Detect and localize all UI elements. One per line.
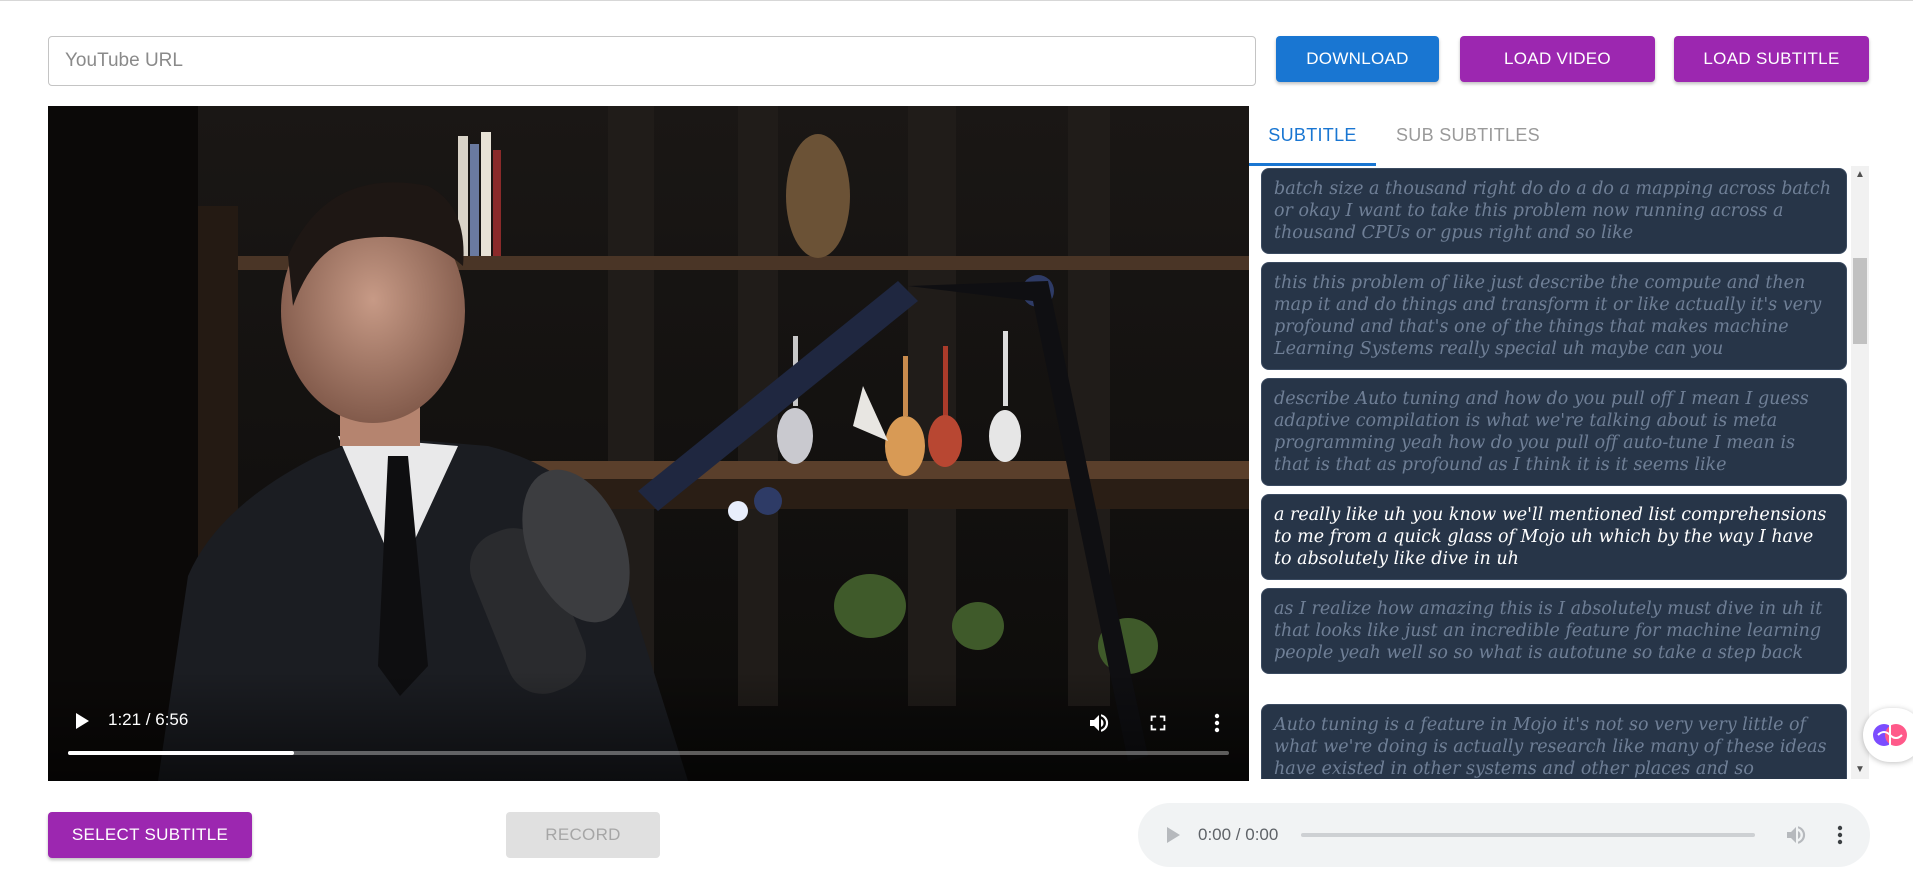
- volume-icon[interactable]: [1085, 709, 1113, 737]
- download-button[interactable]: DOWNLOAD: [1276, 36, 1439, 82]
- scroll-down-arrow-icon[interactable]: ▼: [1851, 761, 1869, 779]
- scroll-up-arrow-icon[interactable]: ▲: [1851, 166, 1869, 184]
- record-button: RECORD: [506, 812, 660, 858]
- subtitle-tabs: SUBTITLE SUB SUBTITLES: [1249, 106, 1869, 166]
- scrollbar-thumb[interactable]: [1853, 258, 1867, 344]
- load-video-button[interactable]: LOAD VIDEO: [1460, 36, 1655, 82]
- tab-sub-subtitles[interactable]: SUB SUBTITLES: [1396, 106, 1566, 166]
- subtitle-item[interactable]: describe Auto tuning and how do you pull…: [1261, 378, 1847, 486]
- video-progress-fill: [68, 751, 295, 755]
- youtube-url-input[interactable]: [48, 36, 1256, 86]
- subtitle-list[interactable]: batch size a thousand right do do a do a…: [1249, 166, 1851, 779]
- extension-brain-icon[interactable]: [1863, 708, 1913, 762]
- video-controls-overlay: [48, 671, 1249, 781]
- video-progress-bar[interactable]: [68, 751, 1229, 755]
- play-icon[interactable]: [70, 711, 94, 735]
- audio-volume-icon[interactable]: [1784, 823, 1808, 847]
- subtitle-item[interactable]: as I realize how amazing this is I absol…: [1261, 588, 1847, 674]
- audio-progress-bar[interactable]: [1301, 833, 1755, 837]
- audio-player[interactable]: 0:00 / 0:00: [1138, 803, 1870, 867]
- audio-time: 0:00 / 0:00: [1198, 825, 1279, 844]
- top-divider: [0, 0, 1913, 1]
- audio-play-icon[interactable]: [1164, 824, 1184, 846]
- subtitle-scrollbar[interactable]: ▲ ▼: [1851, 166, 1869, 779]
- subtitle-item-active[interactable]: a really like uh you know we'll mentione…: [1261, 494, 1847, 580]
- subtitle-item[interactable]: Auto tuning is a feature in Mojo it's no…: [1261, 704, 1847, 779]
- load-subtitle-button[interactable]: LOAD SUBTITLE: [1674, 36, 1869, 82]
- subtitle-item[interactable]: this this problem of like just describe …: [1261, 262, 1847, 370]
- more-vert-icon[interactable]: [1203, 709, 1231, 737]
- tab-subtitle[interactable]: SUBTITLE: [1249, 106, 1376, 166]
- select-subtitle-button[interactable]: SELECT SUBTITLE: [48, 812, 252, 858]
- subtitle-item[interactable]: batch size a thousand right do do a do a…: [1261, 168, 1847, 254]
- video-time: 1:21 / 6:56: [108, 710, 189, 729]
- video-player[interactable]: 1:21 / 6:56: [48, 106, 1249, 781]
- audio-more-vert-icon[interactable]: [1828, 823, 1852, 847]
- fullscreen-icon[interactable]: [1144, 709, 1172, 737]
